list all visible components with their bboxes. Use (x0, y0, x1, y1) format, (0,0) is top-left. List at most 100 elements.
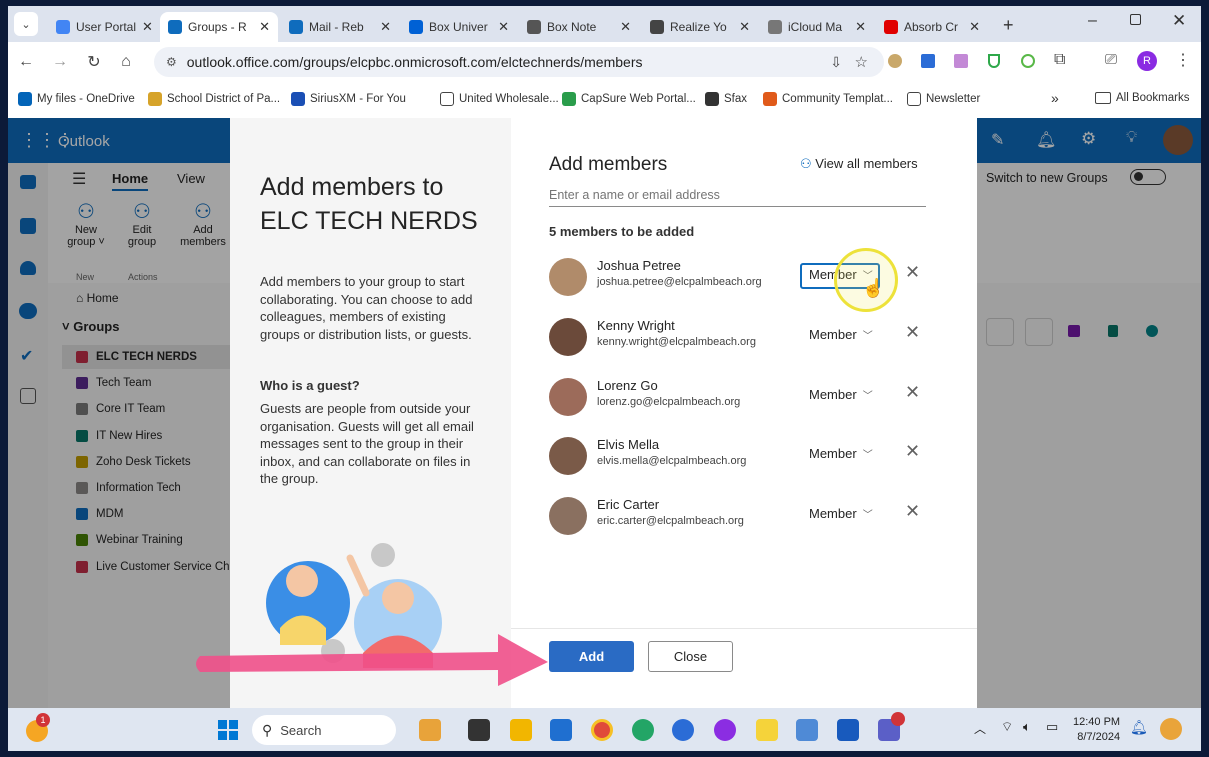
remove-member-icon[interactable]: ✕ (905, 322, 920, 343)
member-role-dropdown[interactable]: Member ﹀ (809, 446, 873, 461)
guest-heading: Who is a guest? (260, 378, 360, 393)
browser-tab[interactable]: Box Univer ✕ (401, 12, 517, 42)
tab-close-icon[interactable]: ✕ (142, 19, 153, 35)
home-icon[interactable]: ⌂ (114, 50, 138, 74)
member-search-input[interactable] (549, 184, 926, 207)
tray-chevron-icon[interactable]: ︿ (974, 720, 986, 737)
member-role-dropdown[interactable]: Member ﹀ (809, 327, 873, 342)
browser-tab[interactable]: iCloud Ma ✕ (760, 12, 874, 42)
extension-circle-icon[interactable] (1021, 54, 1035, 68)
tab-label: Groups - R (188, 20, 247, 34)
browser-window: ⌄ User Portal ✕ Groups - R ✕ Mail - Reb ✕ Box … (8, 6, 1201, 119)
member-role-dropdown[interactable]: Member ﹀ (809, 387, 873, 402)
new-tab-button[interactable]: + (1003, 15, 1014, 36)
tab-close-icon[interactable]: ✕ (969, 19, 980, 35)
member-row: Kenny Wright kenny.wright@elcpalmbeach.or… (549, 314, 929, 358)
bookmark-icon (291, 92, 305, 106)
browser-tab[interactable]: User Portal ✕ (48, 12, 158, 42)
browser-tab[interactable]: Box Note ✕ (519, 12, 639, 42)
copilot-pre-icon[interactable] (1160, 718, 1182, 740)
tab-close-icon[interactable]: ✕ (620, 19, 631, 35)
profile-avatar[interactable]: R (1137, 51, 1157, 71)
install-app-icon[interactable]: ⇩ (830, 54, 842, 71)
extension-printer-icon[interactable] (954, 54, 968, 68)
tab-close-icon[interactable]: ✕ (739, 19, 750, 35)
browser-tab[interactable]: Mail - Reb ✕ (281, 12, 399, 42)
extensions-puzzle-icon[interactable]: ⧉ (1054, 51, 1065, 69)
bookmark-item[interactable]: Community Templat... (763, 92, 893, 106)
close-button[interactable]: Close (648, 641, 733, 672)
tab-close-icon[interactable]: ✕ (259, 19, 270, 35)
tab-search-button[interactable]: ⌄ (14, 12, 38, 36)
taskbar-search-label: Search (280, 722, 322, 738)
notification-bell-icon[interactable]: 🔔︎ (1130, 719, 1148, 736)
reload-icon[interactable]: ↻ (82, 50, 106, 74)
notepad-icon[interactable] (796, 719, 818, 741)
member-name: Lorenz Go (597, 377, 658, 393)
address-bar[interactable]: ⚙ outlook.office.com/groups/elcpbc.onmic… (154, 47, 884, 77)
edge-icon[interactable] (632, 719, 654, 741)
add-button[interactable]: Add (549, 641, 634, 672)
remove-member-icon[interactable]: ✕ (905, 441, 920, 462)
bookmarks-overflow-button[interactable]: » (1051, 90, 1059, 106)
role-label: Member (809, 386, 857, 402)
folder-icon (1095, 92, 1111, 104)
wifi-icon[interactable]: ⌔ (1001, 719, 1013, 735)
back-button[interactable]: ← (14, 50, 38, 74)
view-all-members-link[interactable]: ⚇ View all members (800, 156, 918, 172)
minimize-button[interactable]: – (1088, 12, 1097, 30)
clock-date: 8/7/2024 (1077, 731, 1121, 743)
extension-grid-icon[interactable] (921, 54, 935, 68)
extension-shield-icon[interactable] (988, 54, 1000, 68)
sticky-notes-icon[interactable] (756, 719, 778, 741)
all-bookmarks-button[interactable]: All Bookmarks (1095, 92, 1190, 104)
chrome-menu-icon[interactable]: ⋮ (1175, 50, 1191, 70)
browser-tab[interactable]: Realize Yo ✕ (642, 12, 758, 42)
add-members-dialog: Add members to ELC TECH NERDS Add member… (230, 118, 977, 708)
bookmark-item[interactable]: Newsletter (907, 92, 980, 106)
window-close-button[interactable]: ✕ (1172, 11, 1186, 31)
browser-tab[interactable]: Absorb Cr ✕ (876, 12, 988, 42)
volume-icon[interactable]: 🔈︎ (1023, 719, 1031, 735)
bookmark-label: United Wholesale... (459, 93, 559, 105)
member-email: joshua.petree@elcpalmbeach.org (597, 276, 762, 288)
tab-close-icon[interactable]: ✕ (380, 19, 391, 35)
cast-icon[interactable]: ⎚ (1105, 51, 1117, 68)
forward-button[interactable]: → (48, 50, 72, 74)
browser-tab[interactable]: Groups - R ✕ (160, 12, 278, 42)
support-icon[interactable] (672, 719, 694, 741)
bookmark-label: Newsletter (926, 93, 981, 105)
extension-cookie-icon[interactable] (888, 54, 902, 68)
copilot-icon[interactable] (714, 719, 736, 741)
member-row: Lorenz Go lorenz.go@elcpalmbeach.org Membe… (549, 374, 929, 418)
site-settings-icon[interactable]: ⚙ (166, 55, 177, 69)
restore-button[interactable] (1130, 14, 1141, 25)
taskbar-search[interactable]: ⚲ Search (252, 715, 396, 745)
windows-start-icon[interactable] (218, 720, 238, 740)
store-icon[interactable] (550, 719, 572, 741)
task-view-icon[interactable] (468, 719, 490, 741)
bookmark-item[interactable]: Sfax (705, 92, 747, 106)
battery-icon[interactable]: ▭ (1046, 719, 1058, 735)
remove-member-icon[interactable]: ✕ (905, 262, 920, 283)
file-explorer-icon[interactable] (510, 719, 532, 741)
remove-member-icon[interactable]: ✕ (905, 501, 920, 522)
remove-member-icon[interactable]: ✕ (905, 382, 920, 403)
member-role-dropdown[interactable]: Member ﹀ (809, 506, 873, 521)
tab-close-icon[interactable]: ✕ (855, 19, 866, 35)
chrome-icon[interactable] (591, 719, 613, 741)
clock[interactable]: 12:40 PM 8/7/2024 (1073, 715, 1120, 745)
bookmark-item[interactable]: My files - OneDrive (18, 92, 135, 106)
bookmark-item[interactable]: United Wholesale... (440, 92, 559, 106)
briefcase-icon[interactable] (419, 719, 441, 741)
bookmark-item[interactable]: School District of Pa... (148, 92, 280, 106)
member-row: Elvis Mella elvis.mella@elcpalmbeach.org M… (549, 433, 929, 477)
chevron-down-icon: ﹀ (862, 510, 873, 522)
bookmark-item[interactable]: CapSure Web Portal... (562, 92, 696, 106)
tab-close-icon[interactable]: ✕ (498, 19, 509, 35)
member-email: lorenz.go@elcpalmbeach.org (597, 395, 741, 408)
bookmark-item[interactable]: SiriusXM - For You (291, 92, 406, 106)
bookmark-label: School District of Pa... (167, 93, 281, 105)
word-icon[interactable] (837, 719, 859, 741)
bookmark-star-icon[interactable]: ☆ (855, 53, 868, 71)
